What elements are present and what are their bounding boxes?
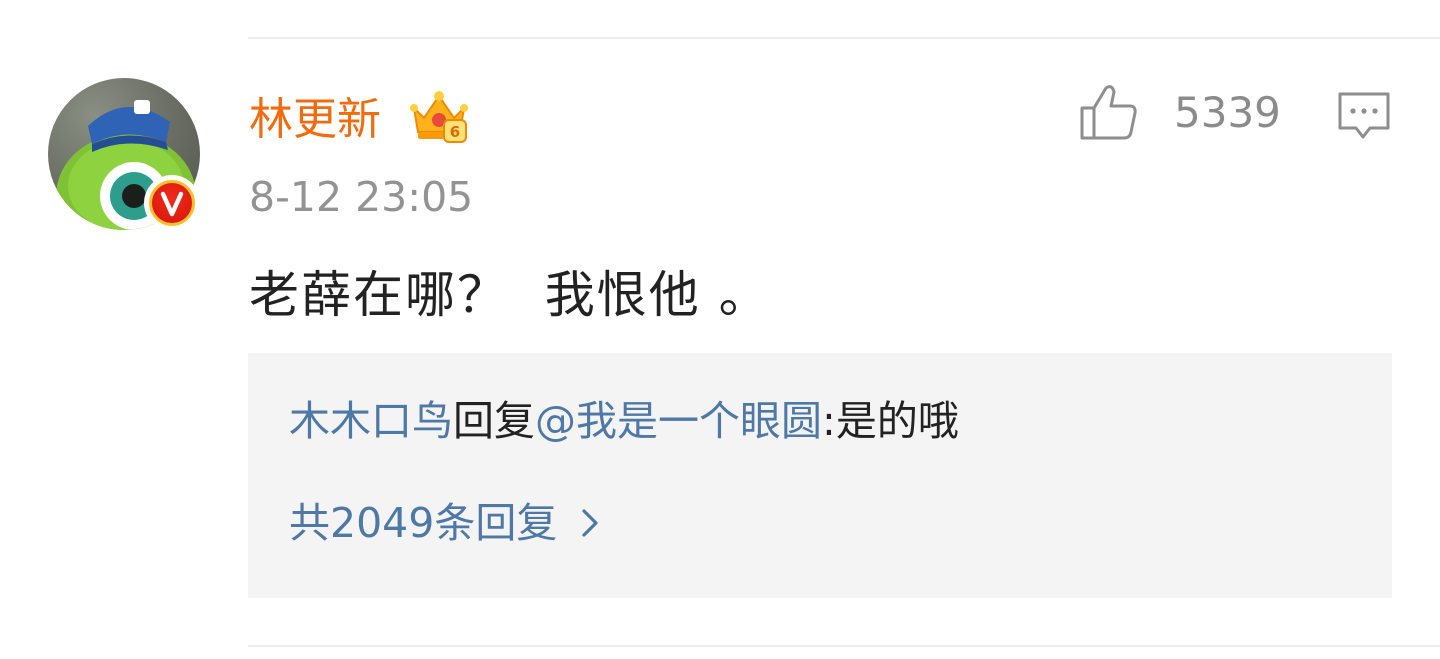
verified-v-icon xyxy=(160,191,184,217)
reply-author[interactable]: 木木口鸟 xyxy=(289,397,453,445)
comment-text: 老薛在哪？ 我恨他 。 xyxy=(249,266,771,324)
timestamp: 8-12 23:05 xyxy=(249,173,474,221)
like-count: 5339 xyxy=(1174,88,1281,137)
username[interactable]: 林更新 xyxy=(249,90,381,150)
chevron-right-icon xyxy=(579,496,601,556)
vip-level-label: 6 xyxy=(450,123,460,141)
crown-icon[interactable]: 6 xyxy=(408,86,470,152)
thumbs-up-icon xyxy=(1080,85,1137,140)
reply-line: 木木口鸟回复@我是一个眼圆:是的哦 xyxy=(289,391,959,451)
more-replies-label: 共2049条回复 xyxy=(289,499,558,547)
comment-bubble-icon xyxy=(1338,92,1390,139)
comment-button[interactable] xyxy=(1336,88,1392,148)
reply-text: :是的哦 xyxy=(822,397,959,445)
verified-badge xyxy=(144,175,200,231)
reply-preview[interactable]: 木木口鸟回复@我是一个眼圆:是的哦 共2049条回复 xyxy=(248,353,1392,598)
top-divider xyxy=(248,37,1440,39)
like-button[interactable] xyxy=(1078,82,1140,146)
more-replies-link[interactable]: 共2049条回复 xyxy=(289,493,601,556)
reply-mention[interactable]: @我是一个眼圆 xyxy=(535,397,822,445)
bottom-divider xyxy=(248,645,1440,647)
reply-action: 回复 xyxy=(453,397,535,445)
